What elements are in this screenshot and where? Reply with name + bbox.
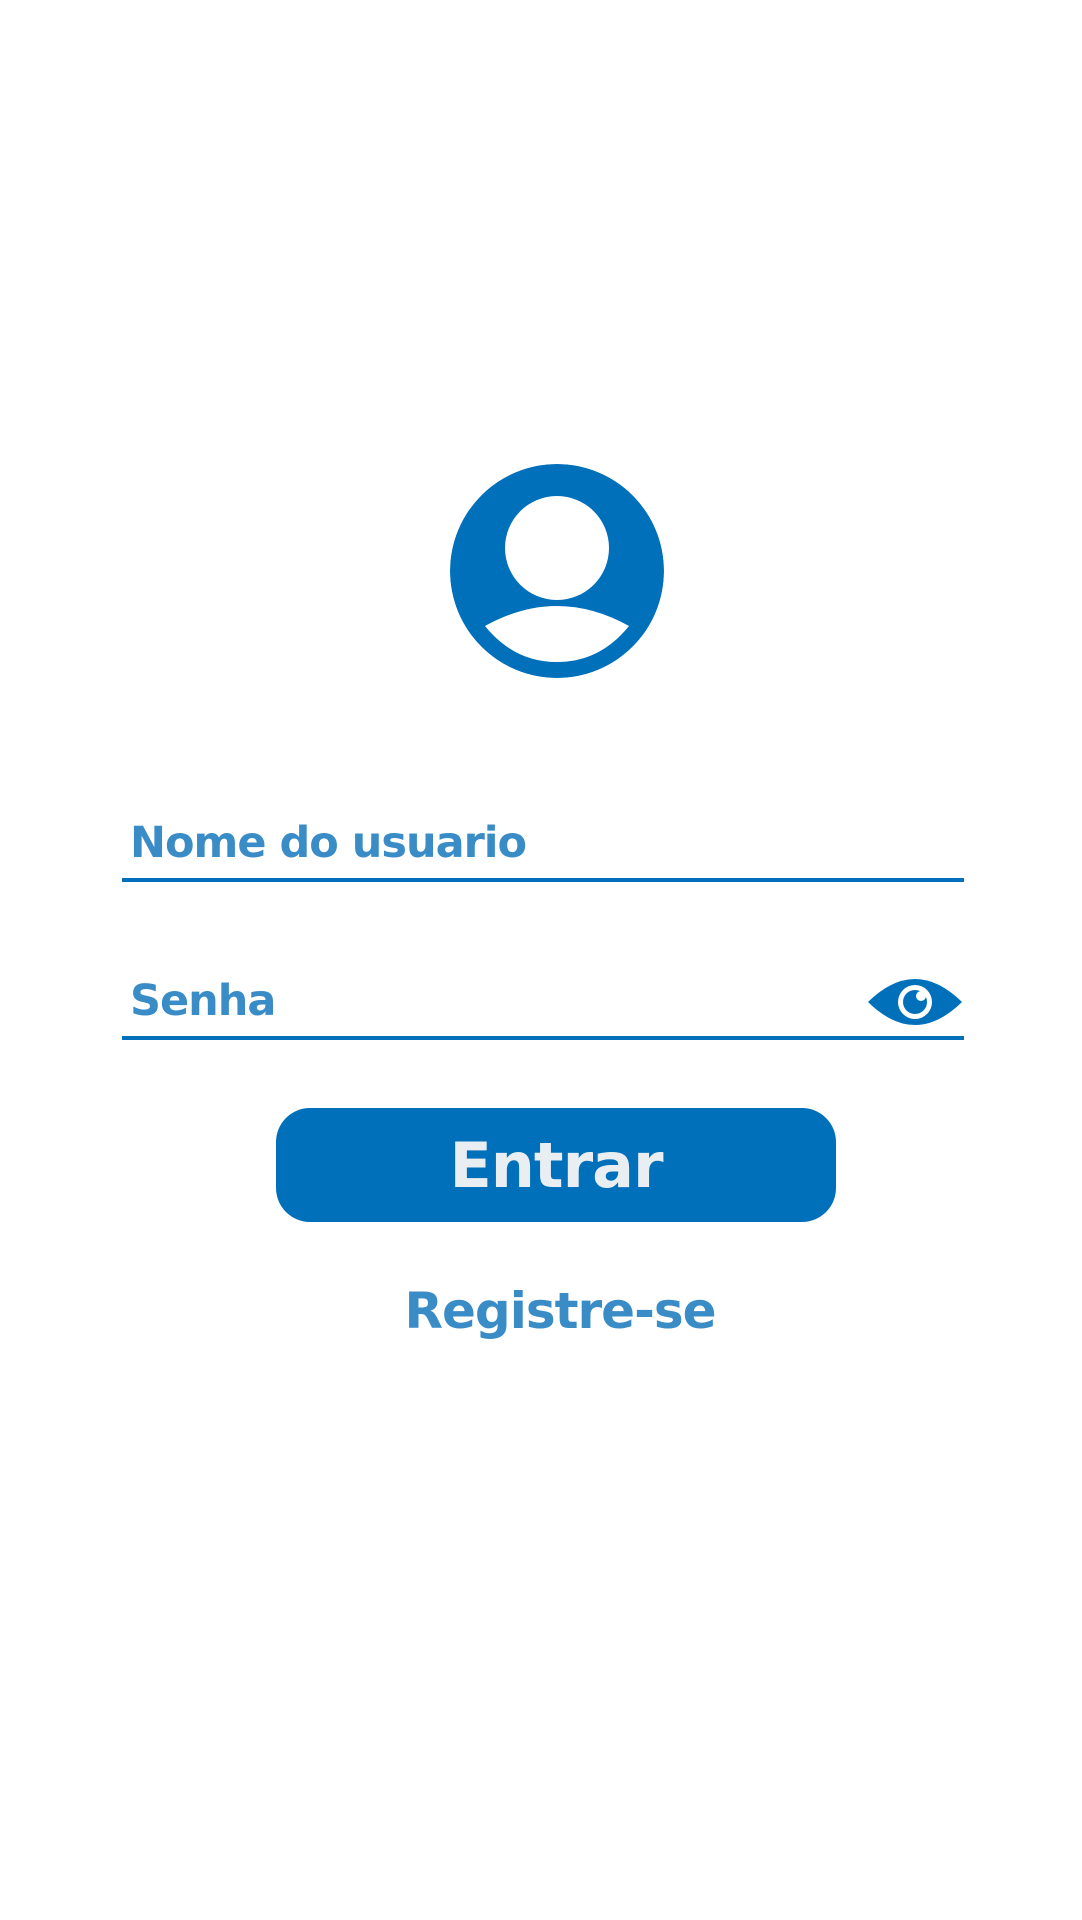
password-field-container bbox=[122, 970, 964, 1040]
username-field-container bbox=[122, 812, 964, 882]
register-link[interactable]: Registre-se bbox=[340, 1276, 780, 1346]
username-input[interactable] bbox=[130, 814, 870, 872]
eye-icon[interactable] bbox=[866, 974, 964, 1030]
user-avatar-icon bbox=[450, 464, 664, 678]
login-button[interactable]: Entrar bbox=[276, 1108, 836, 1222]
user-avatar-svg bbox=[450, 464, 664, 678]
password-input[interactable] bbox=[130, 972, 870, 1030]
